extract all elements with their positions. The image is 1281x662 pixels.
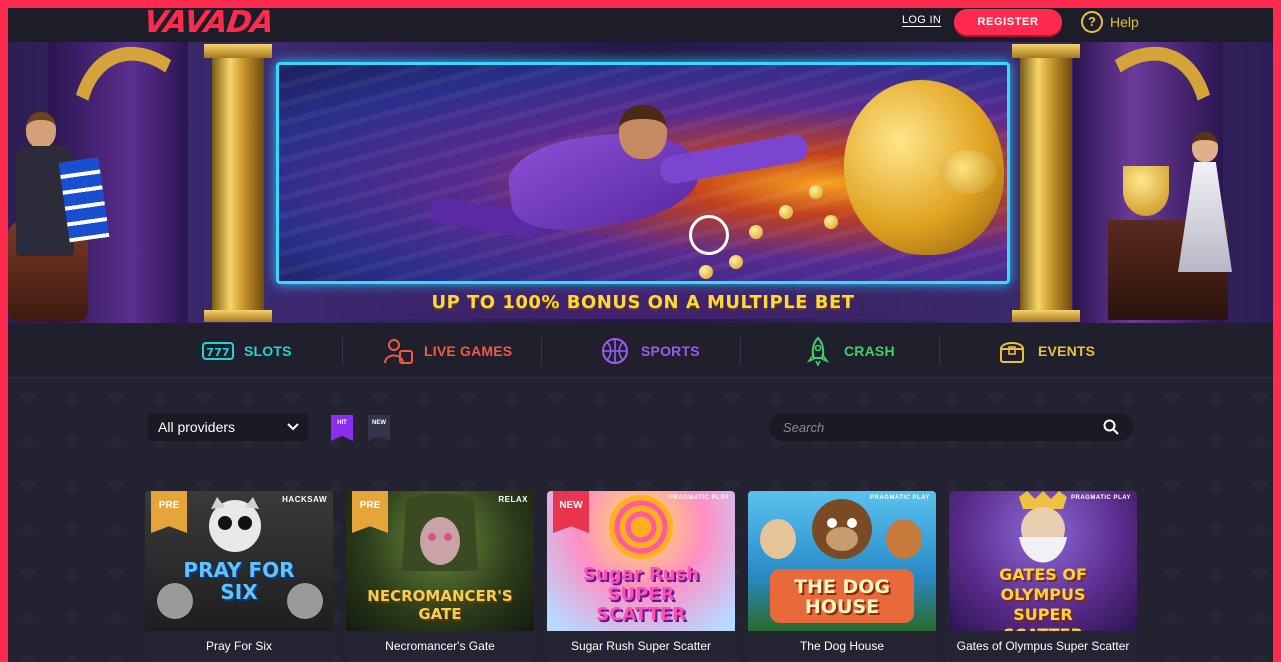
- category-crash[interactable]: CRASH: [802, 323, 895, 378]
- game-art-title: GATES OF OLYMPUS SUPER SCATTER: [999, 565, 1087, 631]
- search-bar: [769, 413, 1133, 441]
- gold-pillar-left: [204, 44, 272, 322]
- game-card[interactable]: PRAGMATIC PLAY GATES OF OLYMPUS SUPER SC…: [949, 491, 1137, 662]
- games-section: All providers HIT NEW PRE HACKSAW: [8, 378, 1273, 662]
- game-art-title: Sugar Rush SUPER SCATTER: [582, 564, 700, 625]
- game-art-title: PRAY FOR SIX: [183, 558, 295, 604]
- game-art-title: THE DOG HOUSE: [794, 576, 890, 618]
- game-title: The Dog House: [748, 631, 936, 661]
- category-label: SPORTS: [641, 342, 700, 359]
- category-label: CRASH: [844, 342, 895, 359]
- page: VAVADA LOG IN REGISTER ? Help UP TO 100%…: [8, 8, 1273, 662]
- game-thumbnail: PRE HACKSAW PRAY FOR SIX: [145, 491, 333, 631]
- trophy-icon: [1123, 166, 1169, 216]
- game-title: Necromancer's Gate: [346, 631, 534, 661]
- provider-logo: PRAGMATIC PLAY: [869, 495, 930, 501]
- game-card[interactable]: PRE RELAX NECROMANCER'S GATE Necromancer…: [346, 491, 534, 662]
- register-button[interactable]: REGISTER: [954, 9, 1062, 35]
- top-header: VAVADA LOG IN REGISTER ? Help: [8, 8, 1273, 42]
- basketball-icon: [599, 337, 631, 365]
- game-thumbnail: PRAGMATIC PLAY THE DOG HOUSE: [748, 491, 936, 631]
- slots-777-icon: 777: [202, 337, 234, 365]
- game-title: Pray For Six: [145, 631, 333, 661]
- provider-logo: RELAX: [498, 495, 528, 504]
- help-question-icon: ?: [1081, 11, 1103, 33]
- category-sports[interactable]: SPORTS: [599, 323, 700, 378]
- nav-divider: [740, 337, 741, 365]
- goalkeeper-illustration: [419, 105, 811, 255]
- provider-select[interactable]: All providers: [148, 413, 308, 441]
- treasure-chest-icon: [996, 337, 1028, 365]
- category-label: EVENTS: [1038, 342, 1096, 359]
- help-label: Help: [1110, 14, 1139, 30]
- category-nav: 777 SLOTS LIVE GAMES SPORTS CRASH EVENTS: [8, 323, 1273, 378]
- vavada-logo[interactable]: VAVADA: [142, 8, 276, 40]
- rocket-icon: [802, 336, 834, 366]
- game-card[interactable]: PRE HACKSAW PRAY FOR SIX Pray For Six: [145, 491, 333, 662]
- provider-logo: PRAGMATIC PLAY: [668, 495, 729, 501]
- search-icon[interactable]: [1103, 419, 1119, 440]
- game-thumbnail: NEW PRAGMATIC PLAY Sugar Rush SUPER SCAT…: [547, 491, 735, 631]
- provider-logo: PRAGMATIC PLAY: [1070, 495, 1131, 501]
- svg-text:777: 777: [206, 346, 230, 359]
- search-input[interactable]: [783, 419, 1083, 435]
- gold-piggy-bank-illustration: [844, 80, 1004, 255]
- nav-divider: [342, 337, 343, 365]
- banner-screen-art: [276, 62, 1010, 284]
- category-label: SLOTS: [244, 342, 292, 359]
- provider-selected-value: All providers: [158, 419, 236, 435]
- game-title: Sugar Rush Super Scatter: [547, 631, 735, 661]
- game-thumbnail: PRE RELAX NECROMANCER'S GATE: [346, 491, 534, 631]
- provider-logo: HACKSAW: [282, 495, 327, 504]
- promo-banner[interactable]: UP TO 100% BONUS ON A MULTIPLE BET: [8, 42, 1273, 323]
- game-card[interactable]: PRAGMATIC PLAY THE DOG HOUSE The Dog Hou…: [748, 491, 936, 662]
- category-live-games[interactable]: LIVE GAMES: [382, 323, 512, 378]
- game-title: Gates of Olympus Super Scatter: [949, 631, 1137, 661]
- game-card[interactable]: NEW PRAGMATIC PLAY Sugar Rush SUPER SCAT…: [547, 491, 735, 662]
- chevron-down-icon: [286, 419, 300, 436]
- nav-divider: [939, 337, 940, 365]
- category-slots[interactable]: 777 SLOTS: [202, 323, 292, 378]
- help-link[interactable]: ? Help: [1081, 10, 1139, 34]
- banner-headline: UP TO 100% BONUS ON A MULTIPLE BET: [276, 287, 1010, 319]
- game-art-title: NECROMANCER'S GATE: [367, 587, 513, 623]
- login-link[interactable]: LOG IN: [902, 14, 941, 26]
- category-label: LIVE GAMES: [424, 342, 513, 359]
- game-thumbnail: PRAGMATIC PLAY GATES OF OLYMPUS SUPER SC…: [949, 491, 1137, 631]
- gold-pillar-right: [1012, 44, 1080, 322]
- nav-divider: [541, 337, 542, 365]
- live-dealer-icon: [382, 337, 414, 365]
- category-events[interactable]: EVENTS: [996, 323, 1095, 378]
- woman-illustration: [1176, 132, 1236, 312]
